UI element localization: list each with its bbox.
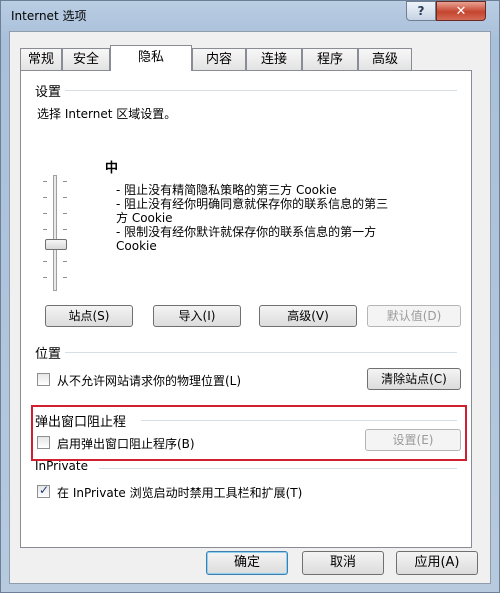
advanced-button[interactable]: 高级(V) xyxy=(259,305,357,327)
inprivate-group-label: InPrivate xyxy=(35,459,88,473)
inprivate-checkbox[interactable] xyxy=(37,483,50,498)
dialog-client-area: 常规 安全 隐私 内容 连接 程序 高级 设置 选择 Internet 区域设置… xyxy=(9,31,491,584)
slider-tick xyxy=(43,277,47,278)
slider-tick xyxy=(63,181,67,182)
clear-sites-button[interactable]: 清除站点(C) xyxy=(367,368,461,390)
highlight-annotation-box xyxy=(31,405,467,461)
close-button[interactable]: ✕ xyxy=(436,1,486,21)
slider-tick xyxy=(63,197,67,198)
slider-tick xyxy=(43,261,47,262)
default-button[interactable]: 默认值(D) xyxy=(367,305,461,327)
location-checkbox[interactable] xyxy=(37,373,50,386)
slider-tick xyxy=(43,197,47,198)
inprivate-checkbox-label[interactable]: 在 InPrivate 浏览启动时禁用工具栏和扩展(T) xyxy=(57,484,302,501)
tab-advanced[interactable]: 高级 xyxy=(358,48,412,70)
slider-tick xyxy=(63,213,67,214)
help-button[interactable]: ? xyxy=(406,1,436,21)
slider-tick xyxy=(43,229,47,230)
tab-programs[interactable]: 程序 xyxy=(302,48,358,70)
slider-tick xyxy=(63,229,67,230)
slider-tick xyxy=(43,181,47,182)
location-group-label: 位置 xyxy=(35,347,62,362)
location-checkbox-label[interactable]: 从不允许网站请求你的物理位置(L) xyxy=(57,372,241,389)
window-title: Internet 选项 xyxy=(11,9,87,23)
import-button[interactable]: 导入(I) xyxy=(153,305,241,327)
description-line: - 阻止没有精简隐私策略的第三方 Cookie xyxy=(116,183,337,197)
tab-security[interactable]: 安全 xyxy=(62,48,110,70)
question-mark-icon: ? xyxy=(417,4,425,18)
slider-tick xyxy=(43,213,47,214)
settings-group-label: 设置 xyxy=(35,85,62,100)
description-line: Cookie xyxy=(116,239,157,253)
cancel-button[interactable]: 取消 xyxy=(302,551,384,575)
apply-button[interactable]: 应用(A) xyxy=(396,551,478,575)
privacy-slider-thumb[interactable] xyxy=(45,239,67,250)
title-bar[interactable]: Internet 选项 ? ✕ xyxy=(1,1,499,29)
inprivate-divider xyxy=(99,468,457,469)
description-line: - 限制没有经你默许就保存你的联系信息的第一方 xyxy=(116,225,377,239)
tab-general[interactable]: 常规 xyxy=(20,48,62,70)
privacy-level-label: 中 xyxy=(105,161,119,176)
ok-button[interactable]: 确定 xyxy=(206,551,288,575)
privacy-panel: 设置 选择 Internet 区域设置。 中 - 阻止没有精简隐私策略的第三方 … xyxy=(20,70,472,548)
privacy-slider-track[interactable] xyxy=(53,175,57,291)
slider-tick xyxy=(63,277,67,278)
slider-tick xyxy=(63,261,67,262)
zone-prompt: 选择 Internet 区域设置。 xyxy=(37,107,177,121)
description-line: - 阻止没有经你明确同意就保存你的联系信息的第三 xyxy=(116,197,389,211)
sites-button[interactable]: 站点(S) xyxy=(45,305,133,327)
tab-privacy[interactable]: 隐私 xyxy=(110,45,192,71)
location-divider xyxy=(65,352,457,353)
internet-options-window: Internet 选项 ? ✕ 常规 安全 隐私 内容 连接 程序 高级 设置 … xyxy=(0,0,500,593)
settings-divider xyxy=(65,90,457,91)
privacy-level-description: - 阻止没有精简隐私策略的第三方 Cookie - 阻止没有经你明确同意就保存你… xyxy=(116,183,436,253)
tab-content[interactable]: 内容 xyxy=(192,48,246,70)
description-line: 方 Cookie xyxy=(116,211,173,225)
tab-connections[interactable]: 连接 xyxy=(246,48,302,70)
close-icon: ✕ xyxy=(455,4,467,19)
